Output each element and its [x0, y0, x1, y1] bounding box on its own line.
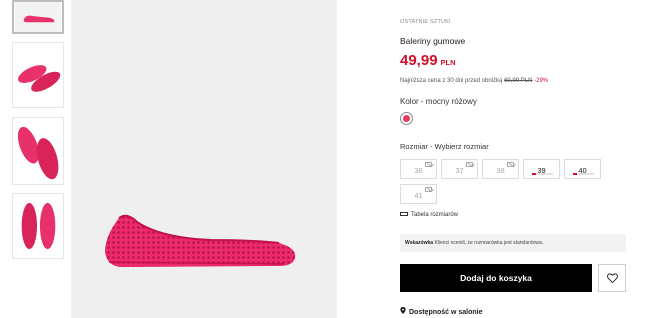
size-option-37[interactable]: 37 [441, 159, 478, 179]
hint-text: Klienci ocenili, że rozmiarówka jest sta… [433, 240, 544, 246]
lowest-price-info: Najniższa cena z 30 dni przed obniżką 69… [400, 78, 548, 84]
lowest-price-prefix: Najniższa cena z 30 dni przed obniżką [400, 78, 503, 84]
price-currency: PLN [440, 58, 456, 67]
thumb-soles[interactable] [12, 193, 64, 259]
store-availability-link[interactable]: Dostępność w salonie [400, 307, 483, 316]
product-title: Baleriny gumowe [400, 36, 466, 46]
stock-badge: OSTATNIE SZTUKI [400, 19, 451, 25]
add-to-cart-button[interactable]: Dodaj do koszyka [400, 264, 592, 292]
size-table-label: Tabela rozmiarów [411, 212, 459, 218]
size-option-40[interactable]: 40 [564, 159, 601, 179]
size-number: 36 [414, 166, 423, 175]
size-number: 37 [455, 166, 464, 175]
price-value: 49,99 [400, 52, 438, 69]
product-page: OSTATNIE SZTUKI Baleriny gumowe 49,99 PLN… [0, 0, 664, 318]
color-label: Kolor - mocny różowy [400, 97, 477, 106]
thumb-side-view[interactable] [12, 0, 64, 34]
stock-bar [532, 173, 553, 175]
size-option-36[interactable]: 36 [400, 159, 437, 179]
size-hint: Wskazówka Klienci ocenili, że rozmiarówk… [400, 234, 626, 252]
discount: -29% [534, 78, 549, 84]
color-swatch[interactable] [400, 112, 413, 125]
old-price: 69,99 PLN [504, 78, 533, 84]
size-option-41[interactable]: 41 [400, 184, 437, 204]
thumb-top-pair[interactable] [12, 42, 64, 108]
size-label: Rozmiar - Wybierz rozmiar [400, 142, 489, 151]
product-image [71, 0, 337, 318]
size-number: 38 [496, 166, 505, 175]
product-price: 49,99 PLN [400, 52, 456, 69]
ruler-icon [400, 212, 408, 217]
thumb-pair-angled[interactable] [12, 117, 64, 185]
pin-icon [400, 307, 406, 316]
size-option-38[interactable]: 38 [482, 159, 519, 179]
size-table-link[interactable]: Tabela rozmiarów [400, 212, 458, 218]
size-number: 41 [414, 191, 423, 200]
color-swatch-fill [403, 115, 410, 122]
store-availability-label: Dostępność w salonie [409, 309, 483, 316]
hint-title: Wskazówka [405, 240, 434, 246]
size-option-39[interactable]: 39 [523, 159, 560, 179]
wishlist-button[interactable] [598, 264, 626, 292]
stock-bar [573, 173, 594, 175]
heart-icon [607, 273, 618, 283]
